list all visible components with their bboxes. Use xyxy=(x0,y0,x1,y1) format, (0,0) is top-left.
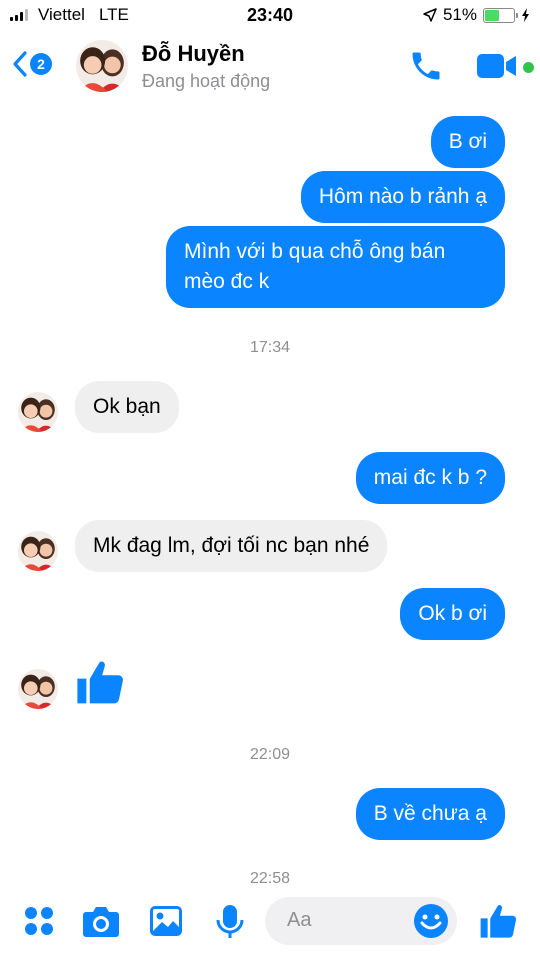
avatar-photo xyxy=(76,40,128,92)
camera-icon xyxy=(83,907,119,937)
message-input[interactable]: Aa xyxy=(265,897,457,945)
phone-icon xyxy=(412,52,440,80)
chat-header: 2 Đỗ Huyền Đang hoạt động xyxy=(0,32,540,100)
outgoing-message[interactable]: Hôm nào b rảnh ạ xyxy=(300,171,505,223)
back-button[interactable]: 2 xyxy=(12,50,52,78)
message-input-placeholder: Aa xyxy=(287,909,312,931)
outgoing-message[interactable]: Mình với b qua chỗ ông bán mèo đc k xyxy=(166,226,505,308)
status-bar: Viettel LTE 23:40 51% xyxy=(0,0,540,32)
status-right: 51% xyxy=(423,5,530,25)
emoji-icon xyxy=(414,904,448,938)
avatar[interactable] xyxy=(76,40,128,92)
like-icon xyxy=(74,655,128,709)
charging-icon xyxy=(522,8,529,22)
timestamp: 22:09 xyxy=(249,746,291,763)
avatar[interactable] xyxy=(18,669,58,709)
more-actions-button[interactable] xyxy=(22,904,56,943)
gallery-button[interactable] xyxy=(148,904,184,943)
active-status-dot xyxy=(523,62,534,73)
send-like-button[interactable] xyxy=(478,900,520,947)
battery-level xyxy=(485,9,500,21)
video-call-button[interactable] xyxy=(476,52,518,85)
avatar-photo xyxy=(18,669,58,709)
grid-icon xyxy=(25,907,53,935)
contact-name[interactable]: Đỗ Huyền xyxy=(142,41,245,67)
battery-percent: 51% xyxy=(442,5,477,24)
outgoing-message[interactable]: mai đc k b ? xyxy=(355,452,505,504)
avatar[interactable] xyxy=(18,392,58,432)
unread-badge: 2 xyxy=(30,53,52,75)
camera-button[interactable] xyxy=(82,904,120,943)
like-icon xyxy=(478,900,520,942)
timestamp: 17:34 xyxy=(249,339,291,356)
call-button[interactable] xyxy=(408,48,444,89)
avatar[interactable] xyxy=(18,531,58,571)
location-icon xyxy=(423,8,437,22)
chevron-left-icon xyxy=(13,51,27,77)
contact-status: Đang hoạt động xyxy=(142,71,271,91)
like-message[interactable] xyxy=(74,655,128,714)
outgoing-message[interactable]: Ok b ơi xyxy=(400,588,505,640)
outgoing-message[interactable]: B về chưa ạ xyxy=(355,788,505,840)
avatar-photo xyxy=(18,531,58,571)
incoming-message[interactable]: Mk đag lm, đợi tối nc bạn nhé xyxy=(75,520,388,572)
video-icon xyxy=(477,54,516,78)
outgoing-message[interactable]: B ơi xyxy=(430,116,505,168)
image-icon xyxy=(150,906,182,936)
emoji-button[interactable] xyxy=(413,903,449,944)
composer-bar: Aa xyxy=(0,892,540,960)
timestamp: 22:58 xyxy=(249,870,291,887)
microphone-icon xyxy=(216,905,244,938)
battery-icon xyxy=(483,7,518,23)
voice-button[interactable] xyxy=(215,904,245,945)
avatar-photo xyxy=(18,392,58,432)
incoming-message[interactable]: Ok bạn xyxy=(75,381,179,433)
